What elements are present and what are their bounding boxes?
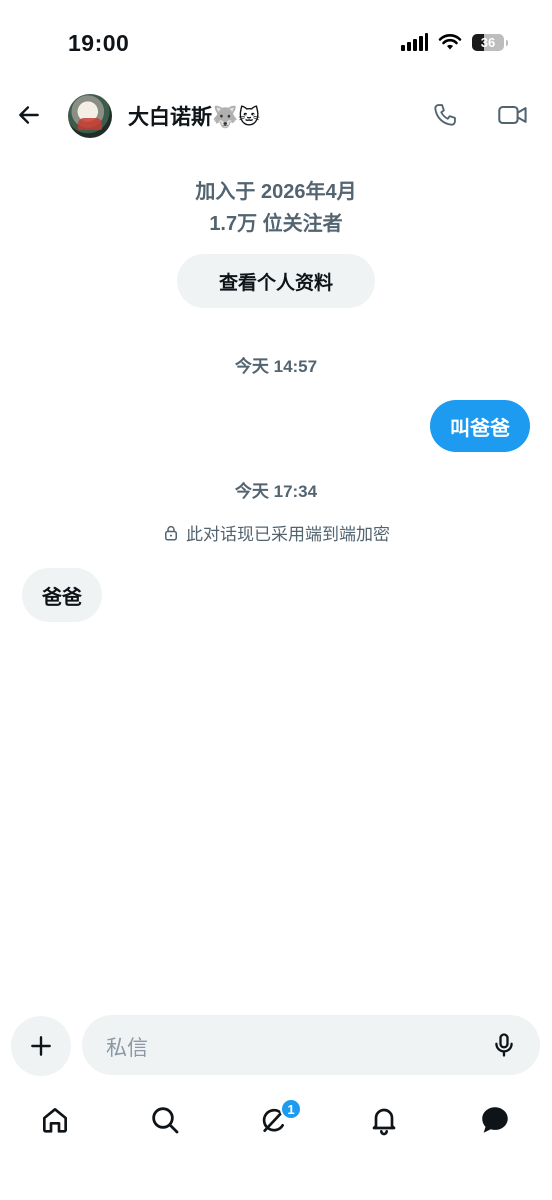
voice-message-button[interactable] <box>488 1029 520 1061</box>
tab-messages[interactable] <box>477 1102 513 1138</box>
profile-summary: 加入于 2026年4月 1.7万 位关注者 <box>0 176 552 240</box>
status-bar: 19:00 36 <box>0 0 552 80</box>
chat-bubble-icon <box>482 1107 508 1133</box>
view-profile-button[interactable]: 查看个人资料 <box>177 254 375 308</box>
received-message-bubble[interactable]: 爸爸 <box>22 568 102 622</box>
battery-icon: 36 <box>472 33 508 51</box>
voice-call-button[interactable] <box>428 98 462 132</box>
microphone-icon <box>495 1033 513 1057</box>
message-timestamp: 今天 14:57 <box>234 357 318 376</box>
tab-search[interactable] <box>147 1102 183 1138</box>
video-call-button[interactable] <box>494 98 532 132</box>
signal-icon <box>401 33 428 51</box>
message-input-placeholder: 私信 <box>106 1037 148 1060</box>
tab-home[interactable] <box>37 1102 73 1138</box>
conversation-header: 大白诺斯🐺🐱 <box>0 86 552 146</box>
grok-notification-badge: 1 <box>280 1098 302 1120</box>
battery-level: 36 <box>480 34 496 50</box>
wifi-icon <box>438 34 462 50</box>
bell-icon <box>372 1108 396 1136</box>
status-icons: 36 <box>401 33 508 51</box>
tab-notifications[interactable] <box>366 1102 402 1138</box>
video-camera-icon <box>498 105 527 125</box>
lock-icon <box>165 525 177 540</box>
avatar[interactable] <box>68 94 112 138</box>
message-input[interactable]: 私信 <box>82 1015 540 1075</box>
encryption-notice-text: 此对话现已采用端到端加密 <box>186 525 390 544</box>
join-date: 加入于 2026年4月 <box>195 181 357 203</box>
encryption-notice[interactable]: 此对话现已采用端到端加密 <box>0 520 552 545</box>
message-timestamp: 今天 17:34 <box>234 482 318 501</box>
sent-message-bubble[interactable]: 叫爸爸 <box>430 400 530 452</box>
phone-icon <box>434 104 456 126</box>
home-icon <box>43 1108 67 1133</box>
status-time: 19:00 <box>68 30 130 56</box>
plus-icon <box>31 1036 51 1056</box>
back-button[interactable] <box>12 98 46 132</box>
back-arrow-icon <box>19 106 39 124</box>
add-attachment-button[interactable] <box>11 1016 71 1076</box>
bottom-tab-bar: 1 <box>0 1090 552 1150</box>
search-icon <box>152 1107 179 1134</box>
follower-count: 1.7万 位关注者 <box>209 213 343 235</box>
contact-name[interactable]: 大白诺斯🐺🐱 <box>128 101 260 131</box>
